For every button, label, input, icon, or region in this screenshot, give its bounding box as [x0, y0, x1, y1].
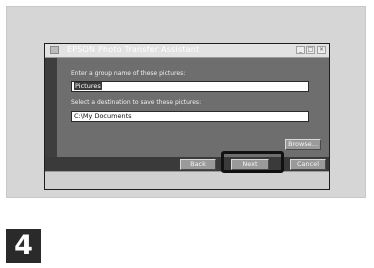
- app-icon: [50, 46, 59, 54]
- title-bar: EPSON Photo Transfer Assistant _ □ ×: [45, 44, 329, 58]
- minimize-icon[interactable]: _: [296, 46, 305, 54]
- group-name-label: Enter a group name of these pictures:: [71, 70, 186, 77]
- button-bar: Back Next Cancel: [45, 157, 329, 171]
- dialog-window: EPSON Photo Transfer Assistant _ □ × Ent…: [44, 43, 330, 190]
- group-name-value: Pictures: [74, 82, 102, 90]
- cancel-button[interactable]: Cancel: [290, 159, 326, 170]
- window-title: EPSON Photo Transfer Assistant: [67, 45, 200, 54]
- step-number: 4: [14, 230, 33, 261]
- browse-button[interactable]: Browse...: [285, 139, 321, 150]
- maximize-icon[interactable]: □: [306, 46, 315, 54]
- destination-input[interactable]: C:\My Documents: [71, 111, 309, 122]
- status-bar: [45, 171, 329, 189]
- destination-label: Select a destination to save these pictu…: [71, 99, 202, 106]
- next-button-highlight: [221, 151, 284, 173]
- step-badge: 4: [6, 229, 41, 263]
- dialog-content: Enter a group name of these pictures: Pi…: [57, 58, 329, 157]
- group-name-input[interactable]: Pictures: [71, 81, 309, 92]
- back-button[interactable]: Back: [180, 159, 216, 170]
- close-icon[interactable]: ×: [317, 46, 326, 54]
